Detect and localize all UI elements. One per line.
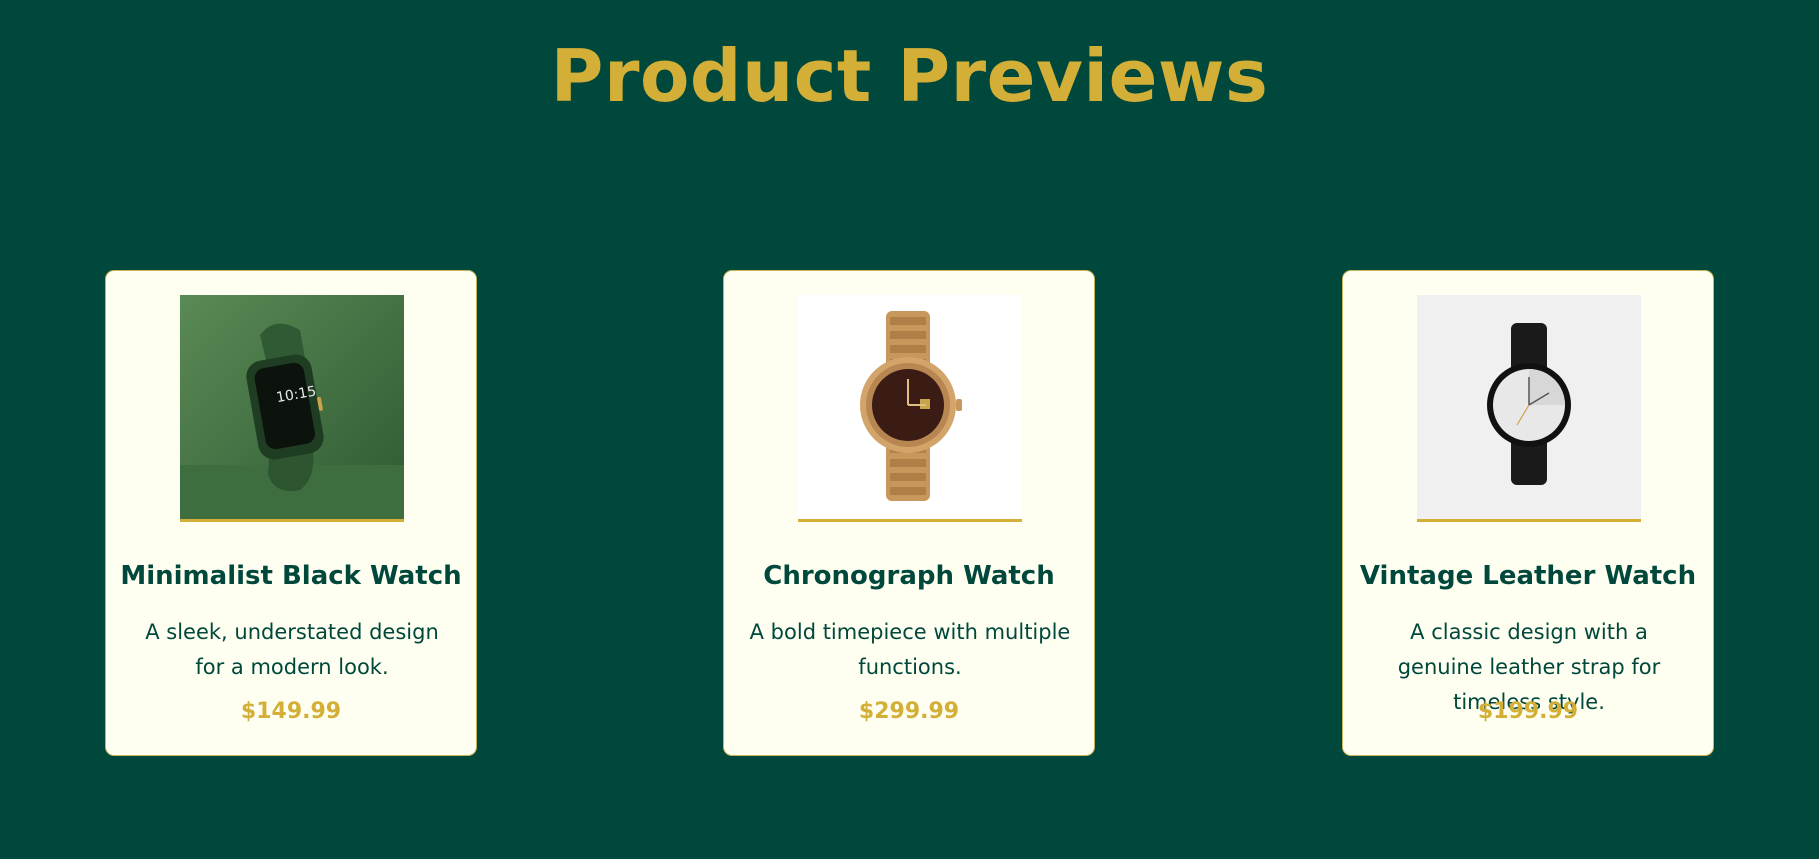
product-name[interactable]: Vintage Leather Watch [1343, 561, 1713, 591]
product-card[interactable]: Chronograph Watch A bold timepiece with … [723, 270, 1095, 756]
product-price: $299.99 [858, 699, 960, 724]
product-description: A bold timepiece with multiple functions… [749, 620, 1071, 679]
product-price: $199.99 [1477, 699, 1579, 724]
product-card[interactable]: 10:15 Minimalist Black Watch A sleek, un… [105, 270, 477, 756]
smartwatch-image[interactable]: 10:15 [180, 295, 404, 522]
product-name[interactable]: Minimalist Black Watch [106, 561, 476, 591]
product-description: A sleek, understated design for a modern… [145, 620, 439, 679]
product-card[interactable]: Vintage Leather Watch A classic design w… [1342, 270, 1714, 756]
product-previews-page: Product Previews 10:15 Minimalist Black … [0, 0, 1819, 859]
product-price: $149.99 [240, 699, 342, 724]
leather-watch-image[interactable] [1417, 295, 1641, 522]
gold-watch-image[interactable] [798, 295, 1022, 522]
product-name[interactable]: Chronograph Watch [724, 561, 1094, 591]
page-title: Product Previews [550, 34, 1269, 118]
